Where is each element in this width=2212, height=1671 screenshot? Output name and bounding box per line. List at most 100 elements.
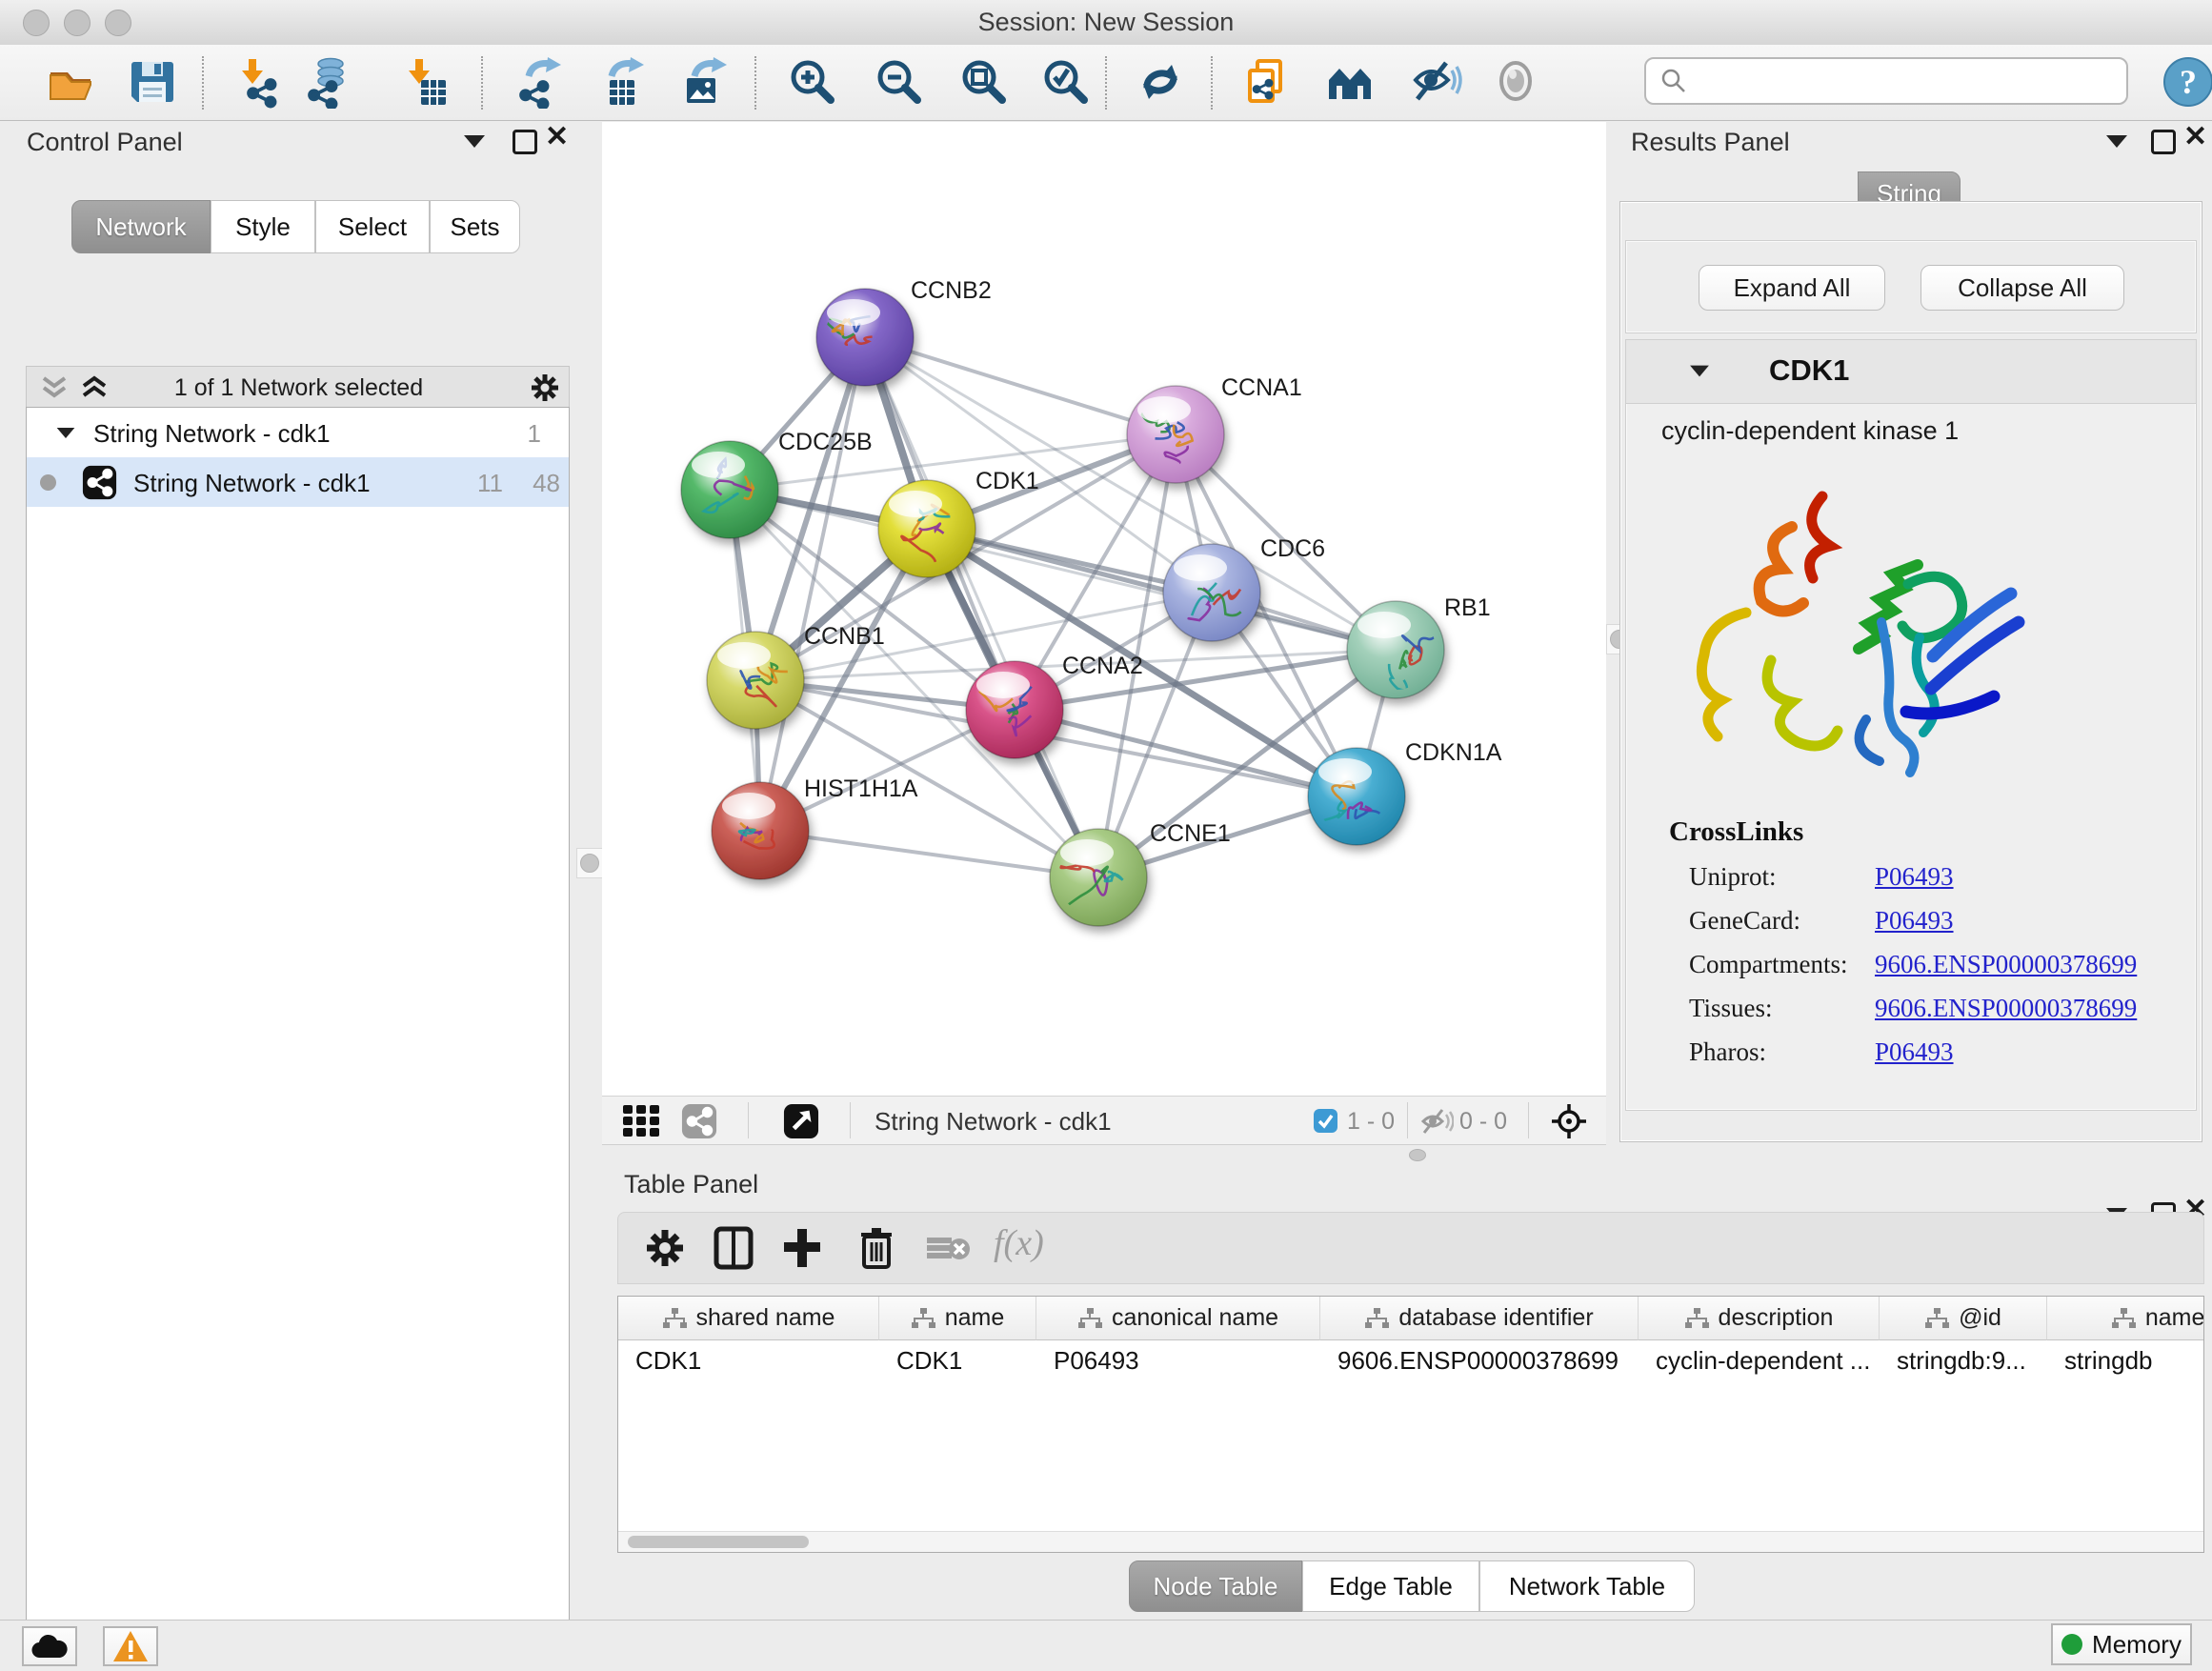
create-column-plus-icon[interactable] bbox=[780, 1225, 824, 1271]
zoom-out-icon bbox=[872, 55, 925, 109]
warnings-button[interactable] bbox=[103, 1626, 158, 1666]
network-collection-row[interactable]: String Network - cdk1 1 bbox=[27, 410, 569, 457]
table-cell[interactable]: stringdb bbox=[2047, 1341, 2204, 1379]
tab-sets[interactable]: Sets bbox=[430, 200, 520, 253]
tab-network-table[interactable]: Network Table bbox=[1479, 1560, 1695, 1612]
column-header-name[interactable]: name bbox=[879, 1297, 1036, 1340]
hidden-eye-icon[interactable] bbox=[1419, 1106, 1454, 1137]
table-cell[interactable]: stringdb:9... bbox=[1880, 1341, 2047, 1379]
memory-button[interactable]: Memory bbox=[2051, 1623, 2192, 1665]
search-input[interactable] bbox=[1644, 57, 2128, 105]
cytoscape-window: Session: New Session ? bbox=[0, 0, 2212, 1671]
column-header-namespace[interactable]: namespace bbox=[2047, 1297, 2204, 1340]
tab-select[interactable]: Select bbox=[315, 200, 430, 253]
node-CCNA2[interactable] bbox=[966, 661, 1063, 758]
open-session-button[interactable] bbox=[44, 55, 97, 109]
show-all-icon bbox=[1491, 55, 1544, 109]
function-builder-icon[interactable]: f(x) bbox=[994, 1222, 1044, 1264]
cloud-services-button[interactable] bbox=[22, 1626, 77, 1666]
import-network-database-button[interactable] bbox=[302, 55, 355, 109]
tab-style[interactable]: Style bbox=[211, 200, 315, 253]
apply-preferred-layout-button[interactable] bbox=[1134, 55, 1187, 109]
toolbar-separator bbox=[754, 56, 756, 110]
birds-eye-view-icon[interactable] bbox=[783, 1103, 819, 1139]
node-CCNE1[interactable] bbox=[1050, 829, 1147, 926]
import-network-file-button[interactable] bbox=[237, 55, 291, 109]
column-header-description[interactable]: description bbox=[1639, 1297, 1880, 1340]
table-hscrollbar[interactable] bbox=[618, 1531, 2203, 1552]
node-CDKN1A[interactable] bbox=[1308, 748, 1405, 845]
copy-network-button[interactable] bbox=[1240, 55, 1294, 109]
collapse-all-button[interactable]: Collapse All bbox=[1920, 265, 2124, 311]
tab-network[interactable]: Network bbox=[71, 200, 211, 253]
table-cell[interactable]: CDK1 bbox=[618, 1341, 879, 1379]
crosslink-row: GeneCard:P06493 bbox=[1689, 906, 1954, 936]
node-CDC25B[interactable] bbox=[681, 441, 778, 538]
tab-node-table[interactable]: Node Table bbox=[1129, 1560, 1302, 1612]
network-canvas[interactable]: CCNB2CCNA1CDC25BCDK1CDC6RB1CCNB1CCNA2CDK… bbox=[602, 122, 1606, 1096]
column-header-shared-name[interactable]: shared name bbox=[618, 1297, 879, 1340]
crosslink-link[interactable]: 9606.ENSP00000378699 bbox=[1875, 950, 2137, 978]
panel-float-icon[interactable] bbox=[513, 130, 537, 154]
node-RB1[interactable] bbox=[1347, 601, 1444, 698]
expand-all-button[interactable]: Expand All bbox=[1699, 265, 1885, 311]
save-session-button[interactable] bbox=[126, 55, 179, 109]
panel-menu-icon[interactable] bbox=[464, 135, 485, 148]
panel-close-icon[interactable]: ✕ bbox=[2183, 128, 2207, 147]
network-row-selected[interactable]: String Network - cdk1 11 48 bbox=[27, 457, 569, 507]
node-CCNB1[interactable] bbox=[707, 632, 804, 729]
node-CCNA1[interactable] bbox=[1127, 386, 1224, 483]
crosslink-link[interactable]: P06493 bbox=[1875, 906, 1954, 935]
horizontal-splitter-handle[interactable] bbox=[1409, 1149, 1426, 1161]
export-table-icon bbox=[596, 55, 650, 109]
export-table-button[interactable] bbox=[596, 55, 650, 109]
column-header-database-identifier[interactable]: database identifier bbox=[1320, 1297, 1639, 1340]
column-header-id[interactable]: @id bbox=[1880, 1297, 2047, 1340]
node-CDC6[interactable] bbox=[1163, 544, 1260, 641]
selected-checkbox-icon[interactable] bbox=[1313, 1108, 1338, 1134]
crosslink-link[interactable]: 9606.ENSP00000378699 bbox=[1875, 994, 2137, 1022]
zoom-fit-button[interactable] bbox=[956, 55, 1010, 109]
show-all-button[interactable] bbox=[1491, 55, 1544, 109]
grid-view-icon[interactable] bbox=[621, 1103, 663, 1137]
node-table: shared name name canonical name database… bbox=[617, 1296, 2204, 1553]
help-button[interactable]: ? bbox=[2162, 55, 2212, 109]
zoom-in-button[interactable] bbox=[785, 55, 838, 109]
delete-column-trash-icon[interactable] bbox=[858, 1225, 895, 1271]
string-network-grey-icon[interactable] bbox=[681, 1103, 717, 1139]
left-splitter-handle[interactable] bbox=[576, 848, 603, 878]
panel-float-icon[interactable] bbox=[2151, 130, 2176, 154]
fit-selected-crosshair-icon[interactable] bbox=[1551, 1103, 1587, 1139]
export-network-button[interactable] bbox=[513, 55, 567, 109]
tab-edge-table[interactable]: Edge Table bbox=[1302, 1560, 1479, 1612]
crosslink-link[interactable]: P06493 bbox=[1875, 1037, 1954, 1066]
tree-collapse-icon[interactable] bbox=[57, 428, 75, 438]
table-cell[interactable]: P06493 bbox=[1036, 1341, 1320, 1379]
node-CDK1[interactable] bbox=[878, 480, 975, 577]
export-image-button[interactable] bbox=[679, 55, 733, 109]
panel-close-icon[interactable]: ✕ bbox=[545, 128, 569, 147]
edge-CCNE1-HIST1H1A[interactable] bbox=[760, 831, 1098, 877]
network-options-gear-icon[interactable] bbox=[530, 372, 560, 403]
zoom-out-button[interactable] bbox=[872, 55, 925, 109]
node-CCNB2[interactable] bbox=[816, 289, 914, 386]
network-tree: String Network - cdk1 1 String Network -… bbox=[26, 407, 570, 1671]
panel-menu-icon[interactable] bbox=[2106, 135, 2127, 148]
table-cell[interactable]: 9606.ENSP00000378699 bbox=[1320, 1341, 1639, 1379]
entry-collapse-icon[interactable] bbox=[1690, 366, 1709, 377]
crosslink-link[interactable]: P06493 bbox=[1875, 862, 1954, 891]
import-table-file-button[interactable] bbox=[400, 55, 453, 109]
table-settings-gear-icon[interactable] bbox=[644, 1227, 686, 1269]
table-cell[interactable]: cyclin-dependent ... bbox=[1639, 1341, 1880, 1379]
gene-entry-header[interactable]: CDK1 bbox=[1626, 340, 2196, 404]
first-neighbors-button[interactable] bbox=[1323, 55, 1377, 109]
show-columns-icon[interactable] bbox=[713, 1225, 754, 1271]
hide-selected-button[interactable] bbox=[1410, 55, 1463, 109]
delete-table-icon[interactable] bbox=[925, 1234, 971, 1264]
table-hscrollbar-thumb[interactable] bbox=[628, 1536, 809, 1548]
zoom-selected-button[interactable] bbox=[1038, 55, 1092, 109]
column-header-canonical-name[interactable]: canonical name bbox=[1036, 1297, 1320, 1340]
app-status-bar: Memory bbox=[0, 1620, 2212, 1671]
table-cell[interactable]: CDK1 bbox=[879, 1341, 1036, 1379]
node-HIST1H1A[interactable] bbox=[712, 782, 809, 879]
